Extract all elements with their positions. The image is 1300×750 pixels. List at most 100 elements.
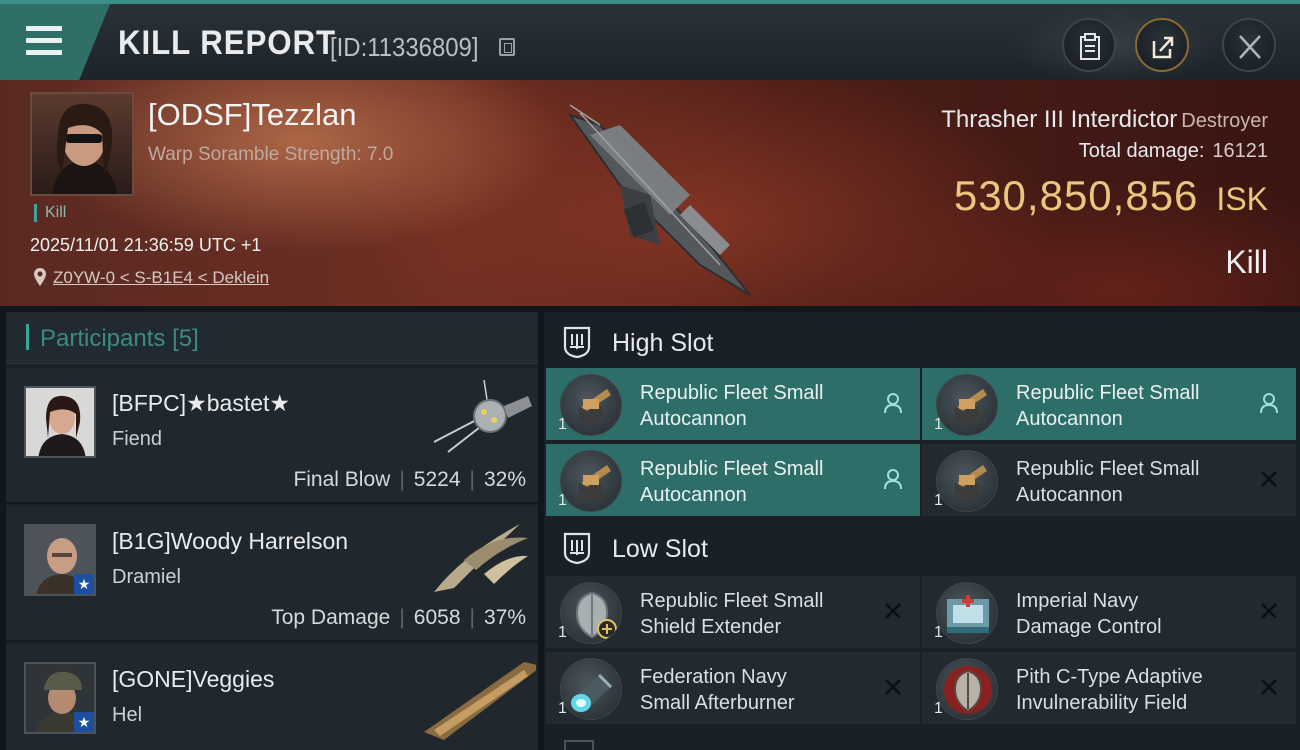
- module-name-line1: Imperial Navy: [1016, 590, 1139, 612]
- isk-amount: 530,850,856: [953, 172, 1199, 219]
- total-damage-label: Total damage:: [1078, 140, 1205, 162]
- participant-ship-image: [424, 662, 536, 740]
- isk-value: 530,850,856 ISK: [954, 172, 1268, 220]
- module-name-line1: Republic Fleet Small: [640, 590, 824, 612]
- module-item[interactable]: 1 Republic Fleet Small Shield Extender: [546, 576, 920, 648]
- hamburger-icon-bar: [26, 50, 62, 55]
- destroyed-x-icon: [885, 679, 901, 695]
- participant-percent: 32%: [483, 468, 526, 491]
- separator: |: [469, 468, 475, 491]
- participant-avatar: ★: [24, 662, 96, 734]
- module-name-line2: Small Afterburner: [640, 692, 795, 714]
- kill-datetime: 2025/11/01 21:36:59 UTC +1: [30, 235, 262, 255]
- destroyed-x-icon: [1261, 471, 1277, 487]
- location-link[interactable]: Z0YW-0 < S-B1E4 < Deklein: [53, 268, 269, 288]
- ship-name[interactable]: Thrasher III Interdictor: [941, 106, 1177, 133]
- high-slot-header: High Slot: [544, 316, 1300, 368]
- person-icon: [1260, 393, 1278, 414]
- module-item[interactable]: 1 Republic Fleet Small Autocannon: [546, 444, 920, 516]
- module-item[interactable]: 1 Republic Fleet Small Autocannon: [922, 368, 1296, 440]
- low-slot-icon: [563, 532, 591, 565]
- module-name-line1: Republic Fleet Small: [1016, 458, 1200, 480]
- module-item[interactable]: 1 Federation Navy Small Afterburner: [546, 652, 920, 724]
- isk-unit: ISK: [1216, 181, 1268, 217]
- clipboard-button[interactable]: [1062, 18, 1116, 72]
- star-badge-icon: ★: [74, 574, 94, 594]
- participant-card[interactable]: ★ [B1G]Woody Harrelson Dramiel Top Damag…: [6, 506, 538, 642]
- destroyed-x-icon: [885, 603, 901, 619]
- module-quantity: 1: [558, 700, 567, 717]
- participant-ship-image: [433, 379, 532, 453]
- module-item[interactable]: 1 Imperial Navy Damage Control: [922, 576, 1296, 648]
- participant-stats: Top Damage | 6058 | 37%: [271, 606, 526, 630]
- participant-ship: Dramiel: [112, 566, 181, 588]
- module-name-line1: Republic Fleet Small: [640, 382, 824, 404]
- module-item[interactable]: 1 Pith C-Type Adaptive Invulnerability Fi…: [922, 652, 1296, 724]
- person-icon: [884, 469, 902, 490]
- participant-role: Final Blow: [293, 468, 391, 491]
- module-name-line2: Autocannon: [640, 408, 747, 430]
- separator: |: [399, 606, 405, 629]
- participant-role: Top Damage: [271, 606, 391, 629]
- avatar-portrait: [26, 388, 94, 456]
- participants-title-wrap: Participants [5]: [40, 325, 199, 353]
- participant-percent: 37%: [483, 606, 526, 629]
- result-label: Kill: [1225, 244, 1268, 280]
- module-item[interactable]: 1 Republic Fleet Small Autocannon: [922, 444, 1296, 516]
- separator: |: [399, 468, 405, 491]
- participant-name[interactable]: [BFPC]★bastet★: [112, 390, 290, 417]
- victim-name[interactable]: [ODSF]Tezzlan: [148, 97, 356, 133]
- module-quantity: 1: [558, 624, 567, 641]
- report-id: [ID:11336809]: [330, 32, 479, 62]
- afterburner-icon: [560, 658, 622, 720]
- hamburger-icon-bar: [26, 38, 62, 43]
- participant-name[interactable]: [GONE]Veggies: [112, 666, 274, 693]
- module-name-line2: Damage Control: [1016, 616, 1162, 638]
- clipboard-icon: [1080, 33, 1100, 60]
- module-quantity: 1: [934, 492, 943, 509]
- module-name: Federation Navy Small Afterburner: [640, 664, 890, 716]
- participant-avatar: ★: [24, 524, 96, 596]
- low-slot-label: Low Slot: [612, 535, 708, 563]
- victim-avatar[interactable]: [30, 92, 134, 196]
- participant-avatar: [24, 386, 96, 458]
- page-title: KILL REPORT: [118, 24, 337, 62]
- location-pin-icon: [34, 268, 46, 286]
- fitting-panel[interactable]: High Slot 1 Republic Fleet Small Autocann…: [544, 312, 1300, 750]
- participants-panel[interactable]: Participants [5] [BFPC]★bastet★ Fiend Fi…: [6, 312, 538, 750]
- hamburger-icon: [26, 26, 62, 31]
- copy-icon[interactable]: [499, 38, 515, 56]
- portrait-image: [52, 103, 118, 194]
- participant-card[interactable]: [BFPC]★bastet★ Fiend Final Blow | 5224 | 32%: [6, 368, 538, 504]
- invulnerability-field-icon: [936, 658, 998, 720]
- participant-damage: 5224: [413, 468, 461, 491]
- module-quantity: 1: [558, 492, 567, 509]
- person-icon: [884, 393, 902, 414]
- module-name-line2: Autocannon: [1016, 408, 1123, 430]
- participant-damage: 6058: [413, 606, 461, 629]
- share-button[interactable]: [1135, 18, 1189, 72]
- close-icon: [1239, 35, 1261, 59]
- module-name-line2: Shield Extender: [640, 616, 782, 638]
- separator: |: [469, 606, 475, 629]
- star-badge-icon: ★: [74, 712, 94, 732]
- close-button[interactable]: [1222, 18, 1276, 72]
- module-name: Republic Fleet Small Autocannon: [640, 380, 890, 432]
- ship-class: Destroyer: [1181, 110, 1268, 132]
- module-quantity: 1: [558, 416, 567, 433]
- menu-button[interactable]: [0, 4, 110, 80]
- destroyed-x-icon: [1261, 603, 1277, 619]
- autocannon-icon: [560, 450, 622, 512]
- victim-ship: Thrasher III Interdictor Destroyer: [941, 106, 1268, 134]
- participant-card[interactable]: ★ [GONE]Veggies Hel: [6, 644, 538, 750]
- module-name-line2: Autocannon: [640, 484, 747, 506]
- total-damage: Total damage: 16121: [1079, 140, 1268, 163]
- top-bar: KILL REPORT [ID:11336809]: [0, 0, 1300, 84]
- participant-ship: Fiend: [112, 428, 163, 450]
- module-name: Republic Fleet Small Shield Extender: [640, 588, 890, 640]
- module-item[interactable]: 1 Republic Fleet Small Autocannon: [546, 368, 920, 440]
- participant-name[interactable]: [B1G]Woody Harrelson: [112, 528, 348, 555]
- next-slot-icon: [564, 740, 594, 750]
- participant-stats: Final Blow | 5224 | 32%: [293, 468, 526, 492]
- participant-ship: Hel: [112, 704, 143, 726]
